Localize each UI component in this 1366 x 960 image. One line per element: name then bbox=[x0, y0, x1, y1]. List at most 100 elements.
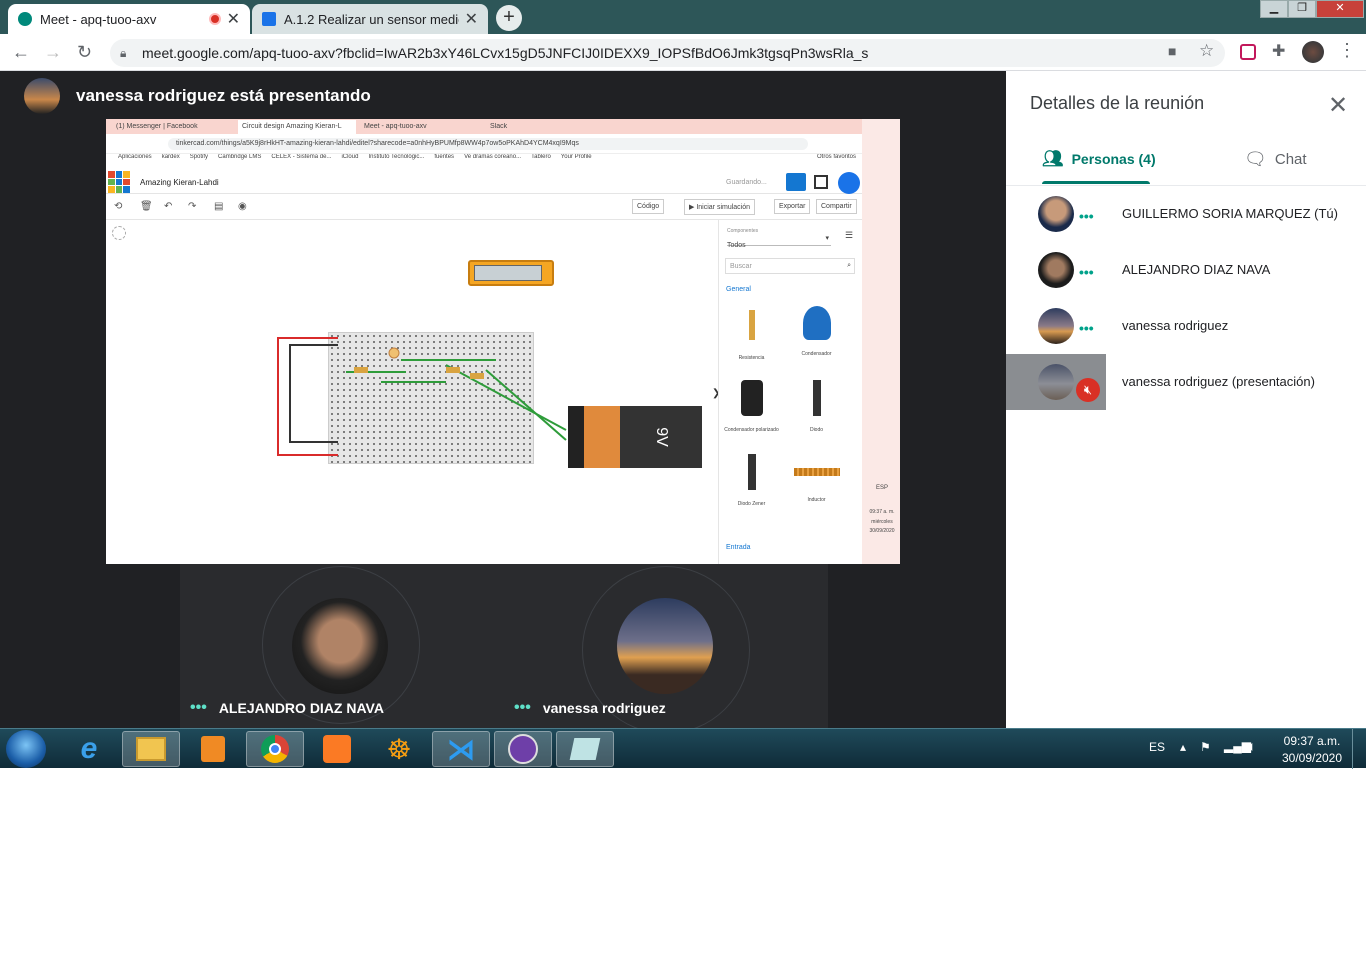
menu-icon[interactable]: ⋮ bbox=[1338, 40, 1356, 61]
lock-icon: 🔒︎ bbox=[120, 46, 127, 60]
show-desktop-button[interactable] bbox=[1352, 729, 1366, 769]
tab-meet[interactable]: Meet - apq-tuoo-axv ✕ bbox=[8, 4, 250, 34]
tab-assignment[interactable]: A.1.2 Realizar un sensor medic ✕ bbox=[252, 4, 488, 34]
code-button[interactable]: Código bbox=[632, 199, 665, 214]
simulate-button[interactable]: ▶ Iniciar simulación bbox=[684, 199, 756, 215]
profile-avatar[interactable] bbox=[1302, 41, 1324, 63]
xampp-icon[interactable] bbox=[308, 731, 366, 767]
components-select[interactable]: Todos ▾ bbox=[727, 234, 831, 249]
tab-chat[interactable]: 🗨︎ Chat bbox=[1244, 149, 1307, 170]
github-icon[interactable] bbox=[494, 731, 552, 767]
tray-expand-icon[interactable]: ▴ bbox=[1180, 740, 1186, 754]
shared-tab: Slack bbox=[490, 123, 508, 130]
puzzle-icon[interactable]: ✚ bbox=[1272, 41, 1285, 61]
part-capacitor[interactable]: Condensador bbox=[784, 304, 849, 366]
part-resistor[interactable]: Resistencia bbox=[719, 304, 784, 366]
active-tab-indicator bbox=[1042, 181, 1150, 184]
list-view-button[interactable] bbox=[814, 175, 828, 189]
rotate-icon[interactable]: ⟲ bbox=[114, 201, 122, 212]
share-button[interactable]: Compartir bbox=[816, 199, 857, 214]
participant-row[interactable]: 🔇︎ vanessa rodriguez (presentación) bbox=[1006, 354, 1366, 410]
settings-app-icon[interactable]: ☸ bbox=[370, 731, 428, 767]
bookmark: Tablero bbox=[531, 154, 551, 160]
export-button[interactable]: Exportar bbox=[774, 199, 811, 214]
audio-dots-icon: ••• bbox=[1079, 208, 1094, 224]
forward-icon[interactable]: → bbox=[44, 42, 62, 63]
search-input[interactable]: Buscar ⌕ bbox=[725, 258, 855, 274]
browser-toolbar: ← → ↻ 🔒︎ meet.google.com/apq-tuoo-axv?fb… bbox=[0, 34, 1366, 71]
list-icon[interactable]: ☰ bbox=[845, 230, 853, 241]
meeting-details-panel: Detalles de la reunión ✕ 👥︎ Personas (4)… bbox=[1006, 71, 1366, 728]
url-text: meet.google.com/apq-tuoo-axv?fbclid=IwAR… bbox=[142, 45, 869, 61]
minimize-button[interactable]: ▁ bbox=[1260, 0, 1288, 18]
participant-row[interactable]: ••• ALEJANDRO DIAZ NAVA bbox=[1006, 242, 1366, 298]
shared-tab: Meet - apq-tuoo-axv bbox=[364, 123, 427, 130]
participant-row[interactable]: ••• GUILLERMO SORIA MARQUEZ (Tú) bbox=[1006, 186, 1366, 242]
back-icon[interactable]: ← bbox=[12, 42, 30, 63]
close-tab-icon[interactable]: ✕ bbox=[227, 9, 240, 29]
tab-title: A.1.2 Realizar un sensor medic bbox=[284, 11, 459, 27]
presenting-banner: vanessa rodriguez está presentando bbox=[76, 86, 371, 105]
tray-clock[interactable]: 09:37 a.m. 30/09/2020 bbox=[1278, 734, 1346, 765]
tab-people-label: Personas (4) bbox=[1071, 151, 1156, 167]
tab-people[interactable]: 👥︎ Personas (4) bbox=[1042, 149, 1156, 169]
presenter-avatar bbox=[24, 78, 60, 114]
user-avatar[interactable] bbox=[838, 172, 860, 194]
media-player-icon[interactable] bbox=[184, 731, 242, 767]
delete-icon[interactable]: 🗑︎ bbox=[140, 201, 153, 212]
new-tab-button[interactable]: + bbox=[496, 5, 522, 31]
part-label: Diodo bbox=[809, 427, 824, 433]
chrome-icon[interactable] bbox=[246, 731, 304, 767]
explorer-icon[interactable] bbox=[122, 731, 180, 767]
battery-9v[interactable]: 9V bbox=[568, 406, 702, 468]
star-icon[interactable]: ☆ bbox=[1199, 41, 1214, 61]
part-label: Resistencia bbox=[738, 355, 765, 361]
camera-icon[interactable]: ■ bbox=[1168, 43, 1176, 59]
undo-icon[interactable]: ↶ bbox=[164, 201, 172, 212]
participant-name: vanessa rodriguez (presentación) bbox=[1122, 374, 1315, 389]
bookmark: fuentes bbox=[434, 154, 455, 160]
circuit-canvas[interactable]: 9V ❯ bbox=[106, 220, 720, 564]
remote-day: miércoles bbox=[871, 519, 893, 525]
shared-tabstrip: (1) Messenger | Facebook Circuit design … bbox=[106, 119, 862, 134]
notes-icon[interactable]: ▤ bbox=[214, 201, 223, 212]
participant-row[interactable]: ••• vanessa rodriguez bbox=[1006, 298, 1366, 354]
close-panel-icon[interactable]: ✕ bbox=[1328, 91, 1348, 120]
close-window-button[interactable]: ✕ bbox=[1316, 0, 1364, 18]
remote-lang: ESP bbox=[876, 485, 889, 491]
vscode-icon[interactable]: ⋊ bbox=[432, 731, 490, 767]
signal-icon[interactable]: ▂▄▆ bbox=[1224, 739, 1251, 753]
start-button[interactable] bbox=[6, 730, 46, 768]
volume-icon[interactable]: 🔈︎ bbox=[1248, 738, 1256, 755]
tinkercad-header: Amazing Kieran-Lahdi Guardando... bbox=[106, 170, 862, 194]
flag-icon[interactable]: ⚑ bbox=[1200, 740, 1211, 754]
ie-icon[interactable]: e bbox=[60, 731, 118, 767]
export-label: Exportar bbox=[779, 203, 806, 210]
simulate-label: Iniciar simulación bbox=[696, 204, 751, 211]
audio-dots-icon: ••• bbox=[514, 699, 531, 716]
remote-taskbar: ESP 09:37 a. m. miércoles 30/09/2020 bbox=[862, 119, 900, 564]
address-bar[interactable]: 🔒︎ meet.google.com/apq-tuoo-axv?fbclid=I… bbox=[110, 39, 1225, 67]
extension-icon[interactable] bbox=[1240, 44, 1256, 60]
notes-app-icon[interactable] bbox=[556, 731, 614, 767]
part-zener[interactable]: Diodo Zener bbox=[719, 452, 784, 514]
remote-date: 30/09/2020 bbox=[869, 528, 895, 534]
eye-icon[interactable]: ◉ bbox=[238, 201, 247, 212]
part-diode[interactable]: Diodo bbox=[784, 378, 849, 440]
part-polarized-capacitor[interactable]: Condensador polarizado bbox=[719, 378, 784, 440]
components-value: Todos bbox=[727, 242, 746, 249]
reload-icon[interactable]: ↻ bbox=[77, 42, 92, 63]
redo-icon[interactable]: ↷ bbox=[188, 201, 196, 212]
participant-name: GUILLERMO SORIA MARQUEZ (Tú) bbox=[1122, 206, 1338, 221]
part-inductor[interactable]: Inductor bbox=[784, 452, 849, 514]
shared-toolbar: tinkercad.com/things/a5K9j8rHkHT-amazing… bbox=[106, 134, 862, 154]
maximize-button[interactable]: ❐ bbox=[1288, 0, 1316, 18]
close-tab-icon[interactable]: ✕ bbox=[465, 9, 478, 29]
circuit-view-button[interactable] bbox=[786, 173, 806, 191]
tile-label: ••• ALEJANDRO DIAZ NAVA bbox=[190, 699, 384, 717]
fit-view-icon[interactable] bbox=[112, 226, 126, 240]
editor-toolbar: ⟲ 🗑︎ ↶ ↷ ▤ ◉ Código ▶ Iniciar simulación… bbox=[106, 194, 862, 220]
participant-name: ALEJANDRO DIAZ NAVA bbox=[1122, 262, 1271, 277]
tray-language[interactable]: ES bbox=[1149, 740, 1165, 754]
bookmark: Your Profile bbox=[560, 154, 592, 160]
